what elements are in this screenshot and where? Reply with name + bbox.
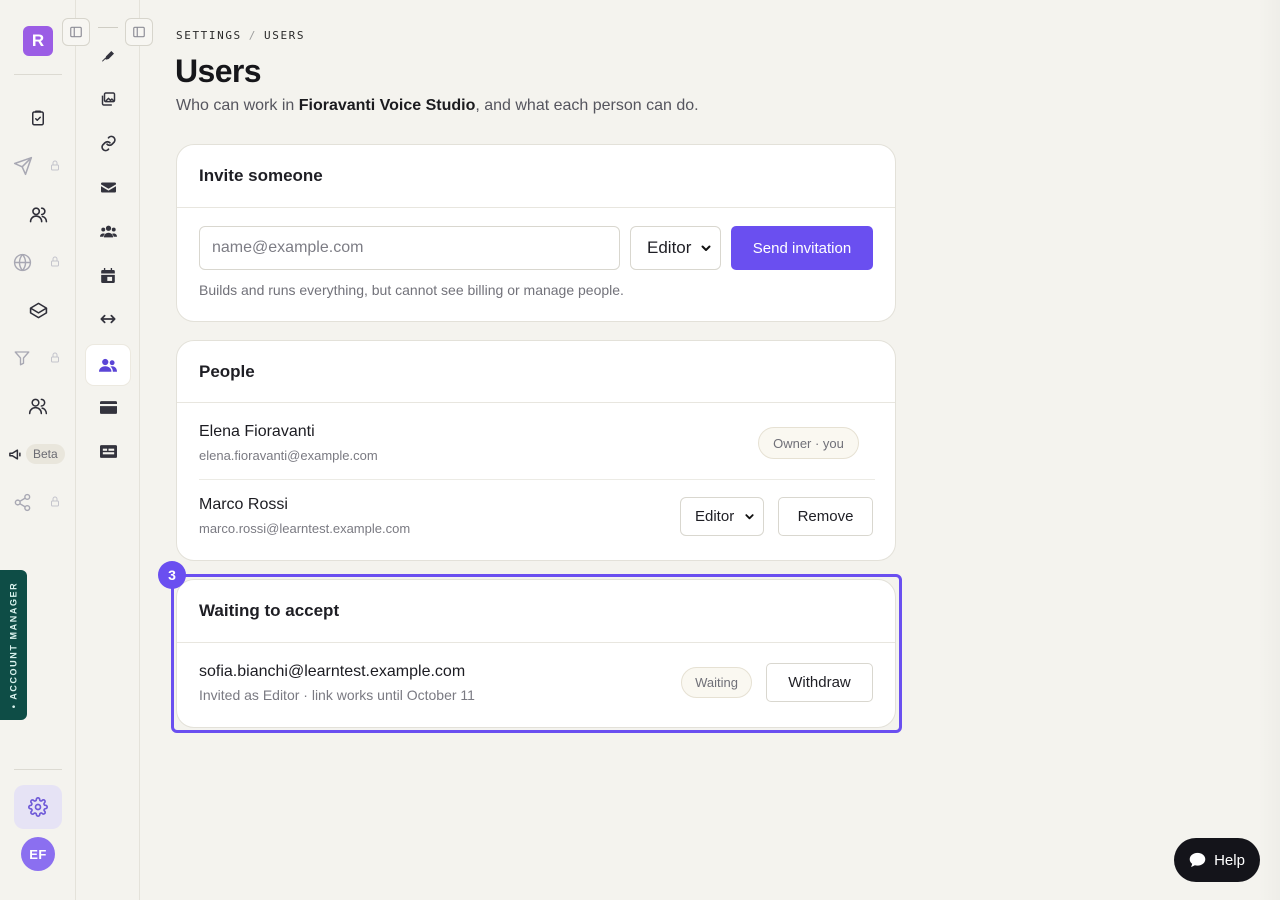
help-button[interactable]: Help [1174,838,1260,882]
lock-icon [51,496,59,507]
sidebar-divider [98,27,118,28]
pen-nib-icon [102,49,114,62]
share-icon [14,493,31,511]
pending-detail: Invited as Editor · link works until Oct… [199,687,475,703]
member-role-select[interactable]: Editor [680,497,764,536]
calendar-icon [101,267,115,283]
settings-button[interactable] [14,785,62,829]
settings-nav-links[interactable] [86,123,130,163]
funnel-icon [14,351,30,366]
sidebar-item-send[interactable] [13,146,61,186]
invite-heading: Invite someone [177,145,895,208]
beta-badge: Beta [26,444,65,464]
workspace-logo[interactable]: R [23,26,53,56]
invite-card: Invite someone Editor Send invitation Bu… [176,144,896,322]
clipboard-check-icon [32,110,44,126]
sidebar-toggle-icon [133,26,145,38]
remove-member-button[interactable]: Remove [778,497,873,536]
settings-nav-media[interactable] [86,79,130,119]
sidebar-item-web[interactable] [13,242,61,282]
invite-role-value: Editor [647,238,692,257]
settings-nav-calendar[interactable] [86,255,130,295]
sidebar-item-courses[interactable] [14,290,62,330]
settings-nav-users[interactable] [86,345,130,385]
subtitle-prefix: Who can work in [176,97,299,114]
people-heading: People [177,341,895,403]
sidebar-item-funnels[interactable] [13,338,61,378]
sidebar-toggle-icon [70,26,82,38]
people-card: People Elena Fioravanti elena.fioravanti… [176,340,896,561]
chat-bubble-icon [1189,852,1206,868]
breadcrumb-users: USERS [264,29,306,42]
role-description: Builds and runs everything, but cannot s… [199,282,624,298]
chevron-down-icon [701,245,711,251]
waiting-status-badge: Waiting [681,667,752,698]
collapse-settings-nav-button[interactable] [125,18,153,46]
id-card-icon [99,444,117,458]
settings-nav-profile[interactable] [86,431,130,471]
settings-nav-billing[interactable] [86,387,130,427]
breadcrumb: SETTINGS / USERS [176,29,305,42]
invite-email-input[interactable] [199,226,620,270]
member-name: Elena Fioravanti [199,423,315,440]
graduation-cap-icon [29,302,47,318]
link-icon [100,135,116,151]
images-icon [101,92,115,106]
account-manager-label: • ACCOUNT MANAGER [8,581,19,709]
sidebar-item-tasks[interactable] [14,98,62,138]
breadcrumb-separator: / [248,29,258,42]
envelope-icon [100,182,116,192]
subtitle-suffix: , and what each person can do. [475,97,699,114]
help-label: Help [1214,851,1245,869]
workspace-name: Fioravanti Voice Studio [298,97,476,114]
pending-invites-card: Waiting to accept sofia.bianchi@learntes… [176,579,896,728]
send-invitation-button[interactable]: Send invitation [731,226,873,270]
sidebar-item-community[interactable] [14,386,62,426]
sidebar-item-audience[interactable] [14,194,62,234]
users-active-icon [99,358,117,372]
credit-card-icon [99,400,117,414]
lock-icon [51,256,59,267]
lock-icon [51,160,59,171]
row-divider [199,479,875,480]
sidebar-divider [14,769,62,770]
sidebar-item-sharing[interactable] [13,482,61,522]
arrows-horizontal-icon [100,314,116,324]
owner-badge: Owner · you [758,427,859,459]
step-marker: 3 [158,561,186,589]
member-name: Marco Rossi [199,496,288,513]
scroll-edge [1258,0,1280,900]
member-email: elena.fioravanti@example.com [199,448,378,463]
send-icon [13,156,33,176]
lock-icon [51,352,59,363]
account-manager-tab[interactable]: • ACCOUNT MANAGER [0,570,27,720]
users-icon [29,206,47,222]
page-subtitle: Who can work in Fioravanti Voice Studio,… [176,97,699,115]
gear-icon [28,797,48,817]
settings-sidebar [76,0,140,900]
pending-email: sofia.bianchi@learntest.example.com [199,663,466,680]
page-title: Users [175,53,262,89]
pending-heading: Waiting to accept [177,580,895,643]
member-role-value: Editor [695,508,735,525]
member-email: marco.rossi@learntest.example.com [199,521,411,536]
settings-nav-team[interactable] [86,211,130,251]
globe-icon [13,253,32,271]
sidebar-item-campaigns[interactable] [2,434,28,474]
invite-role-select[interactable]: Editor [630,226,721,270]
chevron-down-icon [745,514,754,520]
primary-sidebar: R Beta EF [0,0,76,900]
withdraw-invite-button[interactable]: Withdraw [766,663,873,702]
collapse-sidebar-button[interactable] [62,18,90,46]
settings-nav-branding[interactable] [86,35,130,75]
settings-nav-email[interactable] [86,167,130,207]
settings-nav-integrations[interactable] [86,299,130,339]
megaphone-icon [8,448,21,460]
user-avatar[interactable]: EF [21,837,55,871]
sidebar-divider [14,74,62,75]
people-icon [28,398,48,415]
team-icon [99,225,117,237]
breadcrumb-settings[interactable]: SETTINGS [176,29,242,42]
